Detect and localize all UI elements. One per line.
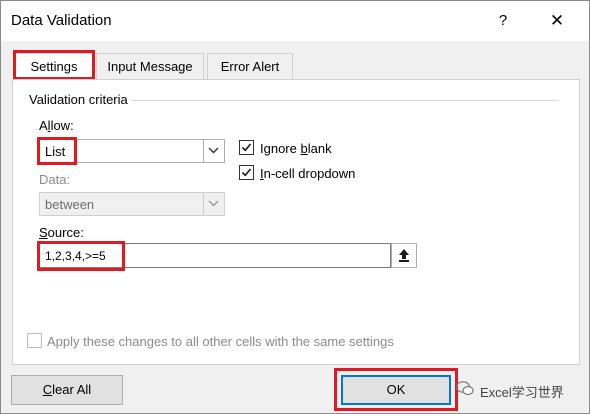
ignore-blank-checkbox[interactable]: [239, 140, 254, 155]
ignore-blank-label: Ignore blank: [260, 141, 332, 156]
allow-select[interactable]: List: [39, 139, 225, 163]
source-label: Source:: [39, 225, 84, 240]
settings-panel: [12, 79, 580, 365]
clear-all-button[interactable]: Clear All: [11, 375, 123, 405]
apply-all-checkbox[interactable]: [27, 333, 42, 348]
tab-settings[interactable]: Settings: [15, 53, 93, 80]
ok-button[interactable]: OK: [341, 375, 451, 405]
allow-dropdown-arrow[interactable]: [203, 140, 224, 162]
chevron-down-icon: [208, 147, 219, 154]
watermark: Excel学习世界: [456, 379, 581, 401]
allow-value: List: [45, 144, 66, 159]
tab-error-alert[interactable]: Error Alert: [207, 53, 293, 80]
help-button[interactable]: ?: [489, 7, 517, 35]
source-input[interactable]: 1,2,3,4,>=5: [39, 243, 391, 268]
upload-arrow-icon: [399, 249, 409, 262]
apply-all-label: Apply these changes to all other cells w…: [47, 334, 394, 349]
data-dropdown-arrow: [203, 193, 224, 215]
allow-label: Allow:: [39, 118, 74, 133]
group-divider: [129, 100, 559, 101]
title-bar: Data Validation ? ✕: [1, 1, 589, 41]
checkmark-icon: [241, 168, 252, 177]
data-validation-dialog: Data Validation ? ✕ Settings Input Messa…: [0, 0, 590, 414]
data-value: between: [45, 197, 95, 212]
close-button[interactable]: ✕: [541, 7, 573, 35]
checkmark-icon: [241, 143, 252, 152]
in-cell-dropdown-checkbox[interactable]: [239, 165, 254, 180]
data-select: between: [39, 192, 225, 216]
collapse-dialog-button[interactable]: [391, 243, 417, 268]
watermark-text: Excel学习世界: [480, 385, 564, 400]
wechat-logo-icon: [456, 381, 474, 396]
in-cell-dropdown-label: In-cell dropdown: [260, 166, 356, 181]
chevron-down-icon: [208, 200, 219, 207]
dialog-title: Data Validation: [11, 12, 112, 29]
tab-input-message[interactable]: Input Message: [96, 53, 204, 80]
validation-criteria-label: Validation criteria: [26, 92, 131, 107]
source-value: 1,2,3,4,>=5: [45, 249, 106, 263]
data-label: Data:: [39, 172, 71, 187]
